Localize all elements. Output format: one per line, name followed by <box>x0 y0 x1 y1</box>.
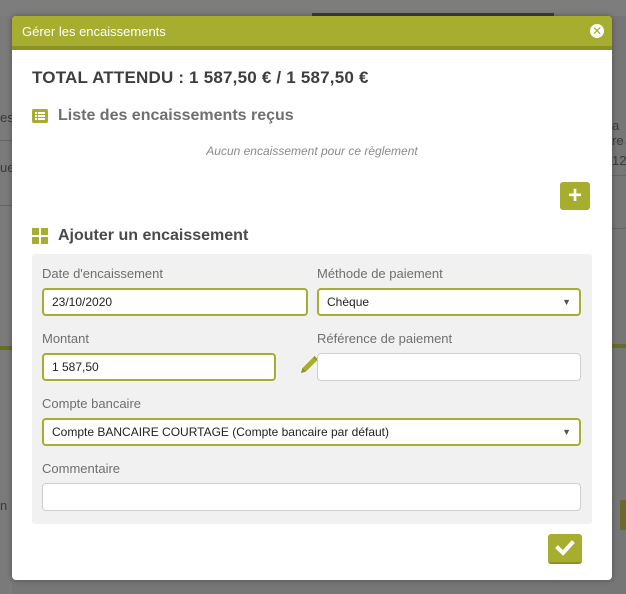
date-field[interactable]: 23/10/2020 <box>42 288 308 316</box>
background-divider <box>0 140 12 141</box>
add-encaissement-form: Date d'encaissement 23/10/2020 Méthode d… <box>32 254 592 524</box>
chevron-down-icon: ▼ <box>562 297 571 307</box>
chevron-down-icon: ▼ <box>562 427 571 437</box>
background-text: a re <box>612 118 624 148</box>
submit-button[interactable] <box>548 534 582 564</box>
amount-label: Montant <box>42 331 89 346</box>
background-divider <box>612 142 626 143</box>
received-section-title: Liste des encaissements reçus <box>32 107 294 125</box>
check-icon <box>555 540 575 556</box>
modal-title: Gérer les encaissements <box>22 24 166 39</box>
add-encaissement-button[interactable]: + <box>560 182 590 210</box>
background-text: 12 <box>612 153 626 168</box>
list-icon <box>32 109 48 123</box>
background-accent-bar <box>0 346 12 350</box>
background-divider <box>0 205 12 206</box>
modal-header: Gérer les encaissements ✕ <box>12 16 612 50</box>
reference-field[interactable] <box>317 353 581 381</box>
method-label: Méthode de paiement <box>317 266 443 281</box>
total-expected: TOTAL ATTENDU : 1 587,50 € / 1 587,50 € <box>32 68 369 87</box>
comment-label: Commentaire <box>42 461 121 476</box>
background-divider <box>612 175 626 176</box>
empty-list-message: Aucun encaissement pour ce règlement <box>206 144 418 158</box>
comment-field[interactable] <box>42 483 581 511</box>
account-label: Compte bancaire <box>42 396 141 411</box>
background-button <box>620 500 626 530</box>
plus-icon: + <box>567 182 582 209</box>
date-label: Date d'encaissement <box>42 266 163 281</box>
background-text: n <box>0 498 8 513</box>
method-select[interactable]: Chèque ▼ <box>317 288 581 316</box>
background-accent-bar <box>612 344 626 348</box>
grid-icon <box>32 228 48 244</box>
received-section-label: Liste des encaissements reçus <box>58 107 294 124</box>
amount-field[interactable]: 1 587,50 <box>42 353 276 381</box>
add-section-title: Ajouter un encaissement <box>32 227 248 245</box>
reference-label: Référence de paiement <box>317 331 453 346</box>
method-value: Chèque <box>327 295 370 309</box>
account-value: Compte BANCAIRE COURTAGE (Compte bancair… <box>52 425 390 439</box>
account-select[interactable]: Compte BANCAIRE COURTAGE (Compte bancair… <box>42 418 581 446</box>
close-icon[interactable]: ✕ <box>590 24 604 38</box>
encaissements-modal: Gérer les encaissements ✕ TOTAL ATTENDU … <box>12 16 612 580</box>
background-divider <box>612 228 626 229</box>
add-section-label: Ajouter un encaissement <box>58 227 249 244</box>
